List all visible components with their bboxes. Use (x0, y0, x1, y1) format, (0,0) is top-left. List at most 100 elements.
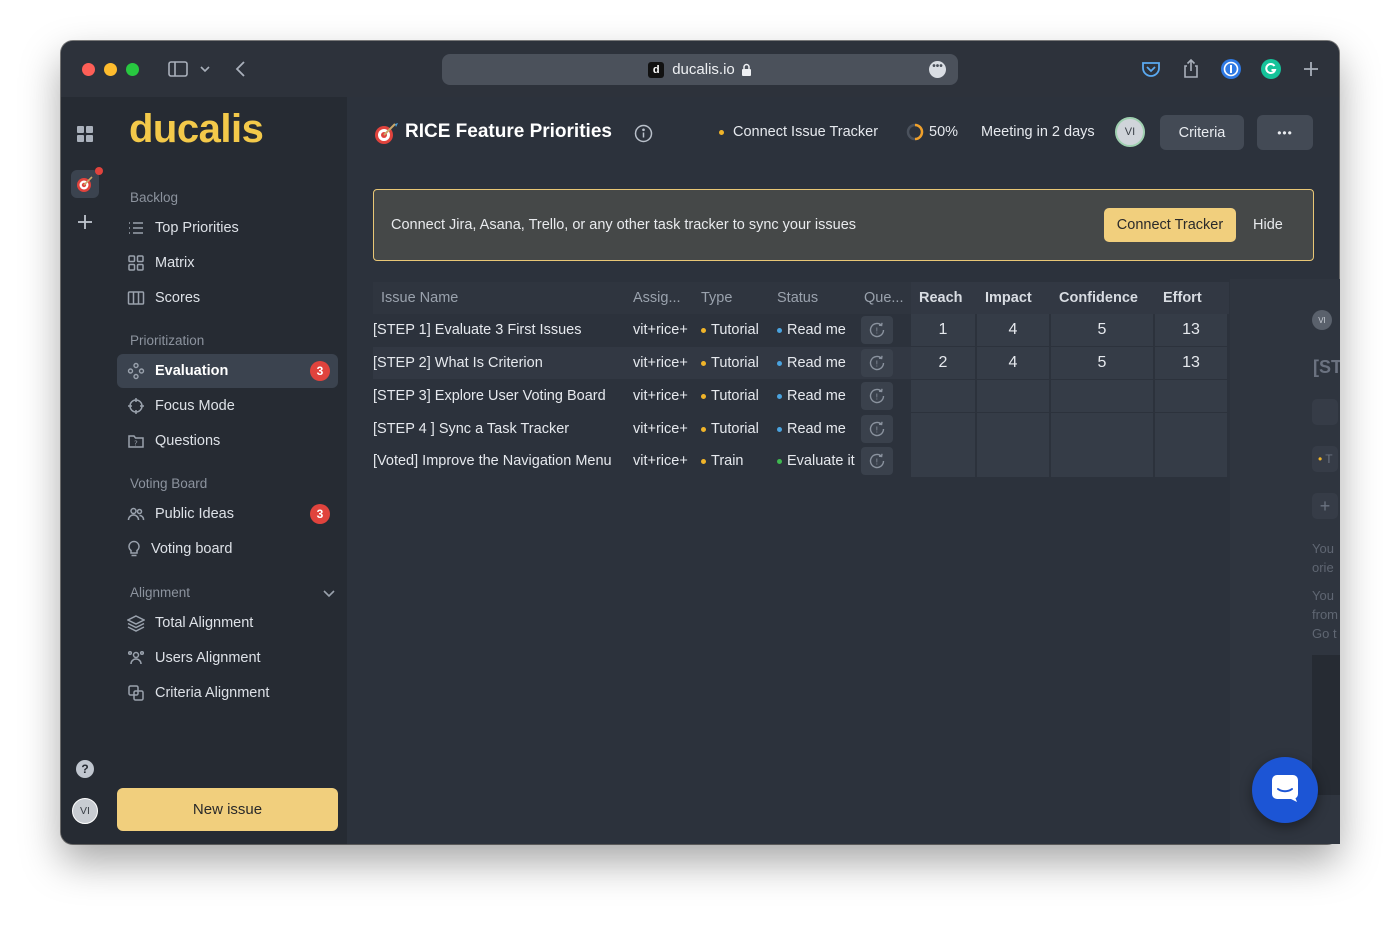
table-row[interactable]: [Voted] Improve the Navigation Menu vit+… (373, 445, 1229, 477)
score-confidence[interactable] (1051, 413, 1155, 445)
apps-grid-icon[interactable] (71, 120, 99, 148)
sidebar-item-matrix[interactable]: Matrix (117, 246, 338, 280)
score-reach[interactable] (911, 445, 977, 477)
column-header-assignee[interactable]: Assig... (625, 282, 693, 314)
issue-name[interactable]: [STEP 1] Evaluate 3 First Issues (373, 314, 625, 346)
sidebar-item-total-alignment[interactable]: Total Alignment (117, 606, 338, 640)
column-header-reach[interactable]: Reach (911, 282, 977, 314)
panel-add-icon[interactable]: + (1312, 493, 1338, 519)
score-reach[interactable]: 2 (911, 347, 977, 379)
new-tab-icon[interactable] (1299, 57, 1323, 81)
hide-banner-button[interactable]: Hide (1253, 217, 1283, 233)
table-row[interactable]: [STEP 4 ] Sync a Task Tracker vit+rice+ … (373, 413, 1229, 445)
app-logo[interactable]: ducalis (129, 107, 264, 152)
score-impact[interactable] (977, 445, 1051, 477)
pocket-icon[interactable] (1139, 57, 1163, 81)
address-bar[interactable]: d ducalis.io ••• (442, 54, 958, 85)
score-confidence[interactable] (1051, 445, 1155, 477)
sidebar-item-voting-board[interactable]: Voting board (117, 532, 338, 566)
score-confidence[interactable] (1051, 380, 1155, 412)
score-reach[interactable] (911, 380, 977, 412)
password-manager-icon[interactable] (1219, 57, 1243, 81)
status-label: Read me (787, 421, 846, 437)
sidebar-toggle-icon[interactable] (166, 57, 190, 81)
list-icon (127, 219, 145, 237)
workspace-rail: ? VI (61, 97, 109, 844)
issue-name[interactable]: [STEP 3] Explore User Voting Board (373, 380, 625, 412)
board-target-icon[interactable] (71, 167, 103, 198)
info-icon[interactable] (634, 124, 653, 148)
more-options-button[interactable]: ••• (1257, 115, 1313, 150)
sidebar-item-public-ideas[interactable]: Public Ideas 3 (117, 497, 338, 531)
url-text: ducalis.io (672, 61, 735, 78)
panel-users-icon[interactable] (1312, 399, 1338, 425)
sidebar-item-label: Top Priorities (155, 220, 239, 236)
issue-name[interactable]: [STEP 4 ] Sync a Task Tracker (373, 413, 625, 445)
score-effort[interactable] (1155, 380, 1229, 412)
score-effort[interactable] (1155, 413, 1229, 445)
question-history-icon[interactable]: ! (861, 349, 893, 377)
connect-tracker-button[interactable]: Connect Tracker (1104, 208, 1236, 242)
new-issue-button[interactable]: New issue (117, 788, 338, 831)
question-history-icon[interactable]: ! (861, 382, 893, 410)
column-header-status[interactable]: Status (769, 282, 857, 314)
grammarly-icon[interactable] (1259, 57, 1283, 81)
criteria-button[interactable]: Criteria (1160, 115, 1244, 150)
sidebar-item-top-priorities[interactable]: Top Priorities (117, 211, 338, 245)
score-effort[interactable] (1155, 445, 1229, 477)
sidebar: ducalis Backlog Top Priorities Matrix Sc… (109, 97, 347, 844)
sidebar-item-scores[interactable]: Scores (117, 281, 338, 315)
question-history-icon[interactable]: ! (861, 447, 893, 475)
add-board-icon[interactable] (71, 208, 99, 236)
score-reach[interactable]: 1 (911, 314, 977, 346)
status-dot (777, 360, 782, 366)
table-row[interactable]: [STEP 2] What Is Criterion vit+rice+ Tut… (373, 347, 1229, 379)
issue-name[interactable]: [Voted] Improve the Navigation Menu (373, 445, 625, 477)
column-header-questions[interactable]: Que... (857, 282, 911, 314)
sidebar-item-users-alignment[interactable]: Users Alignment (117, 641, 338, 675)
column-header-confidence[interactable]: Confidence (1051, 282, 1155, 314)
score-confidence[interactable]: 5 (1051, 347, 1155, 379)
question-history-icon[interactable]: ! (861, 415, 893, 443)
panel-type-tag[interactable]: • T (1312, 446, 1338, 472)
table-row[interactable]: [STEP 3] Explore User Voting Board vit+r… (373, 380, 1229, 412)
score-reach[interactable] (911, 413, 977, 445)
help-icon[interactable]: ? (71, 755, 99, 783)
sidebar-item-questions[interactable]: ? Questions (117, 424, 338, 458)
connect-issue-tracker-link[interactable]: Connect Issue Tracker (733, 124, 878, 140)
page-options-icon[interactable]: ••• (929, 61, 946, 78)
columns-icon (127, 289, 145, 307)
column-header-type[interactable]: Type (693, 282, 769, 314)
score-impact[interactable] (977, 380, 1051, 412)
minimize-window-button[interactable] (104, 63, 117, 76)
issue-questions: ! (857, 413, 911, 445)
table-row[interactable]: [STEP 1] Evaluate 3 First Issues vit+ric… (373, 314, 1229, 346)
close-window-button[interactable] (82, 63, 95, 76)
score-impact[interactable]: 4 (977, 347, 1051, 379)
chat-support-button[interactable] (1252, 757, 1318, 823)
chevron-down-icon[interactable] (196, 57, 214, 81)
score-effort[interactable]: 13 (1155, 347, 1229, 379)
share-icon[interactable] (1179, 57, 1203, 81)
back-icon[interactable] (229, 57, 253, 81)
status-dot (719, 130, 724, 135)
user-avatar[interactable]: VI (71, 797, 99, 825)
sidebar-item-evaluation[interactable]: Evaluation 3 (117, 354, 338, 388)
column-header-issue-name[interactable]: Issue Name (373, 282, 625, 314)
sidebar-item-label: Users Alignment (155, 650, 261, 666)
sidebar-item-criteria-alignment[interactable]: Criteria Alignment (117, 676, 338, 710)
chevron-down-icon[interactable] (321, 585, 337, 606)
score-impact[interactable]: 4 (977, 314, 1051, 346)
question-history-icon[interactable]: ! (861, 316, 893, 344)
issue-name[interactable]: [STEP 2] What Is Criterion (373, 347, 625, 379)
type-dot (701, 360, 706, 366)
sidebar-item-focus-mode[interactable]: Focus Mode (117, 389, 338, 423)
score-confidence[interactable]: 5 (1051, 314, 1155, 346)
user-avatar[interactable]: VI (1115, 117, 1145, 147)
column-header-impact[interactable]: Impact (977, 282, 1051, 314)
meeting-status[interactable]: Meeting in 2 days (981, 124, 1095, 140)
score-impact[interactable] (977, 413, 1051, 445)
zoom-window-button[interactable] (126, 63, 139, 76)
column-header-effort[interactable]: Effort (1155, 282, 1229, 314)
score-effort[interactable]: 13 (1155, 314, 1229, 346)
